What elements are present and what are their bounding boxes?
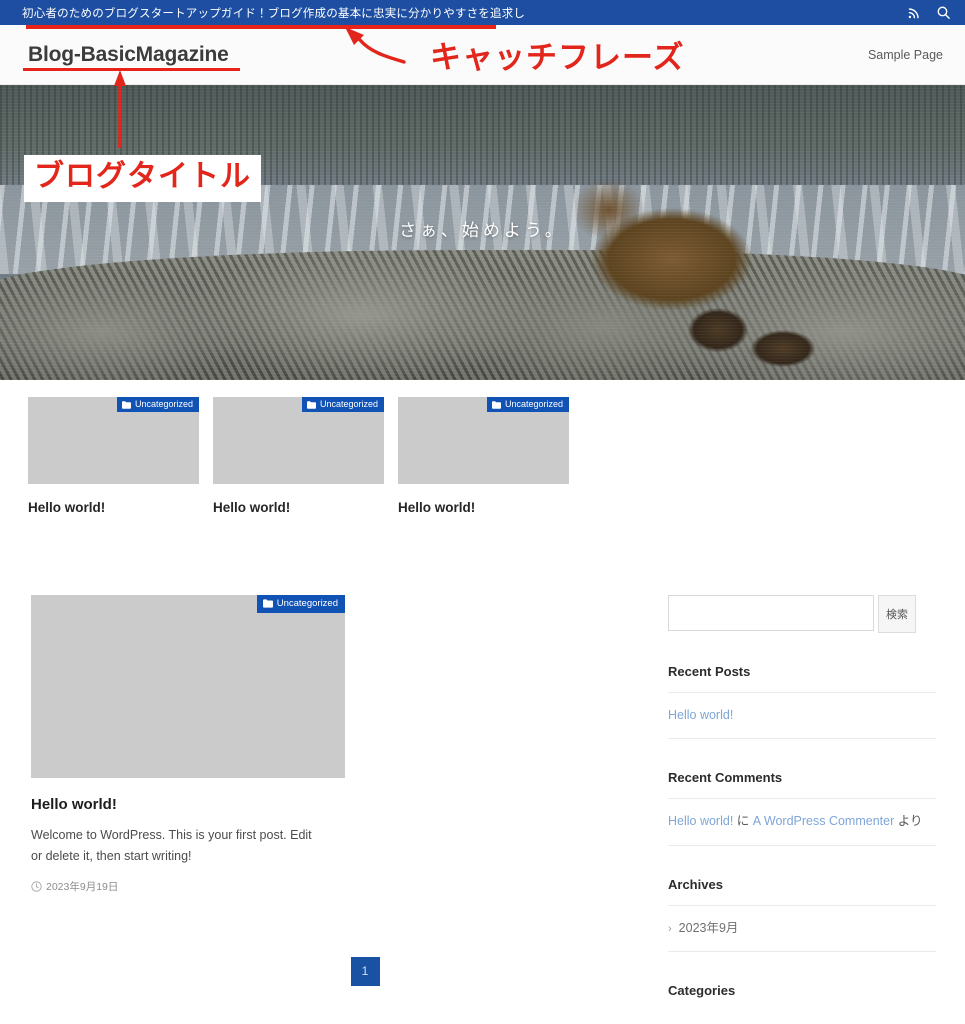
page-root: 初心者のためのブログスタートアップガイド！ブログ作成の基本に忠実に分かりやすさを… [0,0,965,1024]
annotation-overlay [114,27,406,148]
